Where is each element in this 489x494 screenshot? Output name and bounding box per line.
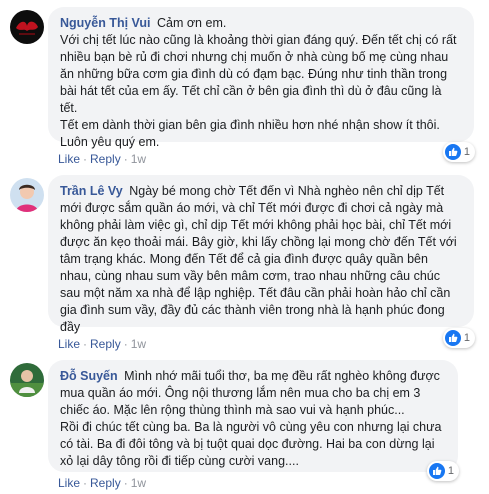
separator: · [83,152,88,166]
reply-button[interactable]: Reply [90,476,121,490]
like-button[interactable]: Like [58,152,80,166]
comment-text: Với chị tết lúc nào cũng là khoảng thời … [60,33,457,115]
avatar[interactable] [10,178,44,212]
comment-text: Ngày bé mong chờ Tết đến vì Nhà nghèo nê… [60,184,457,334]
timestamp[interactable]: 1w [131,337,146,351]
separator: · [123,337,128,351]
comment-actions: Like · Reply · 1w [58,476,146,490]
comment-bubble: Trần Lê Vy Ngày bé mong chờ Tết đến vì N… [48,175,474,334]
comment-text: Rồi đi chúc tết cùng ba. Ba là người vô … [60,420,442,468]
reaction-count[interactable]: 1 [442,328,475,348]
timestamp[interactable]: 1w [131,152,146,166]
separator: · [83,476,88,490]
reaction-number: 1 [463,332,470,344]
reply-button[interactable]: Reply [90,337,121,351]
like-button[interactable]: Like [58,476,80,490]
avatar[interactable] [10,10,44,44]
reply-button[interactable]: Reply [90,152,121,166]
comment-author[interactable]: Đỗ Suyến [60,369,118,383]
comment-author[interactable]: Trần Lê Vy [60,184,123,198]
comment-bubble: Đỗ Suyến Mình nhớ mãi tuổi thơ, ba mẹ đề… [48,360,458,472]
reaction-count[interactable]: 1 [442,142,475,162]
comment-bubble: Nguyễn Thị Vui Cảm ơn em. Với chị tết lú… [48,7,474,149]
reaction-count[interactable]: 1 [426,461,459,481]
separator: · [123,152,128,166]
separator: · [123,476,128,490]
reaction-number: 1 [447,465,454,477]
comment-actions: Like · Reply · 1w [58,152,146,166]
separator: · [83,337,88,351]
comment-actions: Like · Reply · 1w [58,337,146,351]
reaction-number: 1 [463,146,470,158]
thumbs-up-icon [428,463,445,479]
timestamp[interactable]: 1w [131,476,146,490]
comment-text: Cảm ơn em. [157,16,227,30]
thumbs-up-icon [444,330,461,346]
thumbs-up-icon [444,144,461,160]
avatar[interactable] [10,363,44,397]
like-button[interactable]: Like [58,337,80,351]
comment-text: Tết em dành thời gian bên gia đình nhiều… [60,118,440,149]
comment-author[interactable]: Nguyễn Thị Vui [60,16,151,30]
